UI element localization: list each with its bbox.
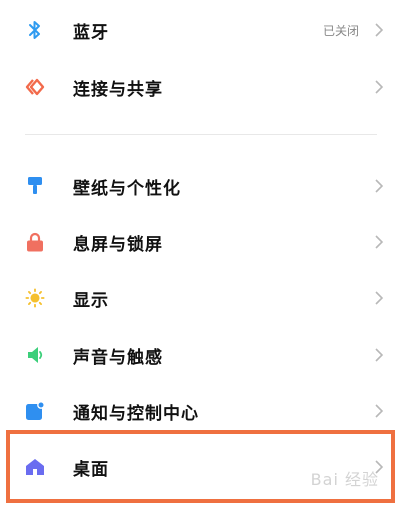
chevron-right-icon — [375, 80, 384, 94]
settings-item-lockscreen[interactable]: 息屏与锁屏 — [0, 214, 407, 270]
notification-icon — [25, 401, 45, 421]
settings-item-display[interactable]: 显示 — [0, 270, 407, 326]
share-icon — [25, 77, 45, 97]
settings-item-sound[interactable]: 声音与触感 — [0, 327, 407, 383]
settings-item-label: 显示 — [73, 290, 109, 311]
speaker-icon — [25, 345, 45, 365]
settings-item-label: 壁纸与个性化 — [73, 178, 181, 199]
settings-item-connection[interactable]: 连接与共享 — [0, 59, 407, 115]
settings-item-wallpaper[interactable]: 壁纸与个性化 — [0, 158, 407, 214]
sun-icon — [25, 288, 45, 308]
bluetooth-icon — [25, 20, 45, 40]
settings-item-label: 蓝牙 — [73, 22, 109, 43]
settings-item-label: 息屏与锁屏 — [73, 234, 163, 255]
chevron-right-icon — [375, 23, 384, 37]
settings-item-bluetooth[interactable]: 蓝牙 已关闭 — [0, 2, 407, 58]
settings-item-label: 通知与控制中心 — [73, 403, 199, 424]
paint-brush-icon — [25, 176, 45, 196]
chevron-right-icon — [375, 179, 384, 193]
section-divider — [25, 134, 377, 135]
watermark: Bai 经验 — [310, 470, 379, 489]
chevron-right-icon — [375, 235, 384, 249]
chevron-right-icon — [375, 404, 384, 418]
chevron-right-icon — [375, 291, 384, 305]
chevron-right-icon — [375, 348, 384, 362]
settings-item-label: 声音与触感 — [73, 347, 163, 368]
bluetooth-status: 已关闭 — [322, 23, 359, 38]
settings-item-label: 连接与共享 — [73, 79, 163, 100]
lock-icon — [25, 232, 45, 252]
